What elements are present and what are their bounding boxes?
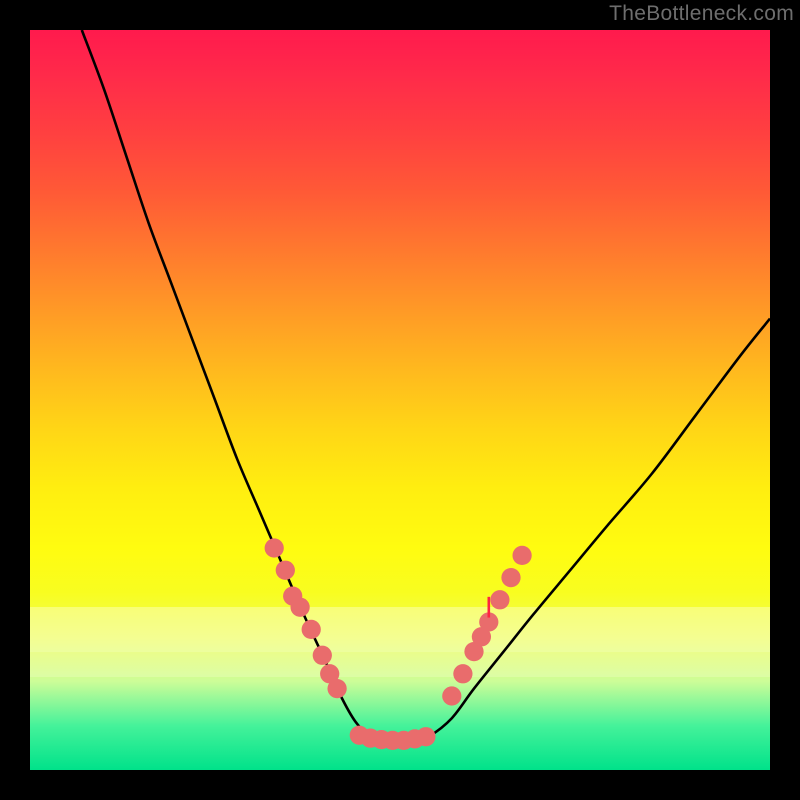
plot-area <box>30 30 770 770</box>
marker-point <box>276 561 295 580</box>
highlight-band-lower <box>30 652 770 678</box>
marker-point <box>383 731 402 750</box>
marker-point <box>361 729 380 748</box>
marker-point <box>472 627 491 646</box>
marker-point <box>479 612 498 631</box>
marker-point <box>501 568 520 587</box>
chart-frame: TheBottleneck.com <box>0 0 800 800</box>
marker-point <box>512 546 531 565</box>
watermark-text: TheBottleneck.com <box>609 2 794 26</box>
marker-point <box>416 727 435 746</box>
bottleneck-curve <box>82 30 770 741</box>
marker-point <box>490 590 509 609</box>
marker-point <box>394 731 413 750</box>
curve-layer <box>30 30 770 770</box>
marker-point <box>290 598 309 617</box>
marker-point <box>313 646 332 665</box>
marker-point <box>464 642 483 661</box>
marker-point <box>372 730 391 749</box>
marker-point <box>265 538 284 557</box>
marker-point <box>302 620 321 639</box>
marker-point <box>327 679 346 698</box>
marker-point <box>350 726 369 745</box>
highlight-band-upper <box>30 607 770 651</box>
marker-point <box>405 729 424 748</box>
marker-point <box>283 586 302 605</box>
marker-point <box>320 664 339 683</box>
marker-point <box>442 686 461 705</box>
marker-cluster <box>265 538 532 750</box>
marker-point <box>453 664 472 683</box>
